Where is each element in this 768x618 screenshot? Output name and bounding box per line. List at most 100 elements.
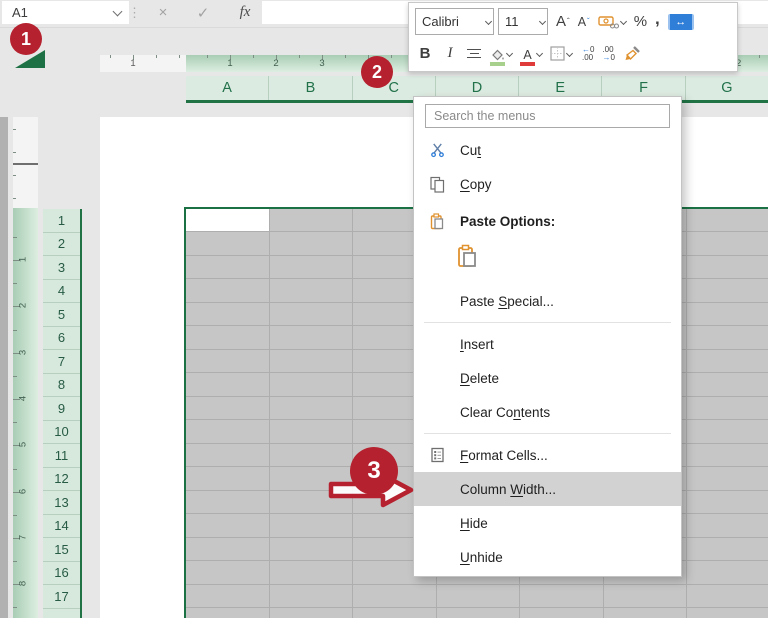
- cell-B1[interactable]: [269, 208, 353, 231]
- menu-item-format-cells[interactable]: Format Cells...: [414, 438, 681, 472]
- cell-B3[interactable]: [269, 255, 353, 278]
- cell-G8[interactable]: [687, 373, 768, 396]
- accounting-format-button[interactable]: [598, 8, 628, 36]
- menu-item-hide[interactable]: Hide: [414, 506, 681, 540]
- cell-A12[interactable]: [186, 467, 269, 490]
- row-header-14[interactable]: 14: [43, 514, 80, 538]
- cell-B17[interactable]: [269, 584, 353, 607]
- cell-A14[interactable]: [186, 514, 269, 537]
- cell-B6[interactable]: [269, 326, 353, 349]
- cell-B2[interactable]: [269, 232, 353, 255]
- column-header-B[interactable]: B: [269, 76, 353, 100]
- cell-A2[interactable]: [186, 232, 269, 255]
- margin-marker[interactable]: [13, 163, 38, 165]
- cell-B7[interactable]: [269, 349, 353, 372]
- cell-B10[interactable]: [269, 420, 353, 443]
- cell-G13[interactable]: [687, 490, 768, 513]
- cell-A5[interactable]: [186, 302, 269, 325]
- cell-E17[interactable]: [520, 584, 603, 607]
- cell-A6[interactable]: [186, 326, 269, 349]
- cell-F17[interactable]: [603, 584, 687, 607]
- font-size-combo[interactable]: 11: [498, 8, 548, 35]
- namebox-splitter[interactable]: ⋮: [128, 1, 141, 24]
- cell-A3[interactable]: [186, 255, 269, 278]
- row-header-5[interactable]: 5: [43, 303, 80, 327]
- cell-A10[interactable]: [186, 420, 269, 443]
- cell-A7[interactable]: [186, 349, 269, 372]
- font-color-button[interactable]: A: [520, 40, 544, 68]
- cell-A9[interactable]: [186, 396, 269, 419]
- cell-B8[interactable]: [269, 373, 353, 396]
- cell-E18[interactable]: [520, 608, 603, 618]
- cell-A8[interactable]: [186, 373, 269, 396]
- chevron-down-icon[interactable]: [112, 6, 123, 17]
- increase-decimal-button[interactable]: ←←00 .00: [582, 40, 594, 68]
- cell-D18[interactable]: [436, 608, 520, 618]
- row-header-13[interactable]: 13: [43, 491, 80, 515]
- cell-G16[interactable]: [687, 561, 768, 584]
- chevron-down-icon[interactable]: [565, 49, 574, 57]
- chevron-down-icon[interactable]: [535, 49, 544, 57]
- cell-A13[interactable]: [186, 490, 269, 513]
- chevron-down-icon[interactable]: [619, 17, 627, 25]
- row-header-2[interactable]: 2: [43, 232, 80, 256]
- menu-item-paste-special[interactable]: Paste Special...: [414, 284, 681, 318]
- cell-A11[interactable]: [186, 443, 269, 466]
- menu-item-clear-contents[interactable]: Clear Contents: [414, 395, 681, 429]
- menu-item-cut[interactable]: Cut: [414, 133, 681, 167]
- cell-A1[interactable]: [186, 208, 269, 231]
- chevron-down-icon[interactable]: [484, 17, 493, 25]
- cell-D17[interactable]: [436, 584, 520, 607]
- row-header-16[interactable]: 16: [43, 561, 80, 585]
- cell-B18[interactable]: [269, 608, 353, 618]
- cell-B14[interactable]: [269, 514, 353, 537]
- row-header-15[interactable]: 15: [43, 538, 80, 562]
- row-header-9[interactable]: 9: [43, 397, 80, 421]
- comma-style-button[interactable]: ,: [655, 5, 660, 39]
- fill-color-button[interactable]: [489, 40, 514, 68]
- paste-button[interactable]: [456, 244, 478, 268]
- row-header-8[interactable]: 8: [43, 373, 80, 397]
- search-input[interactable]: [425, 104, 670, 128]
- italic-button[interactable]: I: [441, 40, 459, 68]
- column-header-G[interactable]: G: [685, 76, 768, 100]
- cell-G9[interactable]: [687, 396, 768, 419]
- cell-B11[interactable]: [269, 443, 353, 466]
- cell-F18[interactable]: [603, 608, 687, 618]
- cell-A4[interactable]: [186, 279, 269, 302]
- menu-item-column-width[interactable]: Column Width...: [414, 472, 681, 506]
- cell-G4[interactable]: [687, 279, 768, 302]
- row-header-6[interactable]: 6: [43, 326, 80, 350]
- cell-A17[interactable]: [186, 584, 269, 607]
- decrease-decimal-button[interactable]: .00 →0: [602, 40, 614, 68]
- cell-A18[interactable]: [186, 608, 269, 618]
- cell-G14[interactable]: [687, 514, 768, 537]
- cell-G6[interactable]: [687, 326, 768, 349]
- row-header-4[interactable]: 4: [43, 279, 80, 303]
- cell-G2[interactable]: [687, 232, 768, 255]
- cell-B5[interactable]: [269, 302, 353, 325]
- cell-G15[interactable]: [687, 537, 768, 560]
- cell-G17[interactable]: [687, 584, 768, 607]
- font-name-combo[interactable]: Calibri: [415, 8, 494, 35]
- cell-B15[interactable]: [269, 537, 353, 560]
- format-painter-button[interactable]: [623, 40, 641, 68]
- cell-G12[interactable]: [687, 467, 768, 490]
- borders-button[interactable]: [550, 40, 574, 68]
- cell-G5[interactable]: [687, 302, 768, 325]
- row-header-11[interactable]: 11: [43, 444, 80, 468]
- chevron-down-icon[interactable]: [505, 49, 514, 57]
- row-header-1[interactable]: 1: [43, 209, 80, 233]
- cell-G11[interactable]: [687, 443, 768, 466]
- percent-style-button[interactable]: %: [634, 8, 647, 36]
- cell-G10[interactable]: [687, 420, 768, 443]
- row-header-12[interactable]: 12: [43, 467, 80, 491]
- row-header-17[interactable]: 17: [43, 585, 80, 609]
- cell-C18[interactable]: [353, 608, 436, 618]
- cell-C17[interactable]: [353, 584, 436, 607]
- autofit-width-button[interactable]: ↔: [667, 13, 694, 30]
- cancel-icon[interactable]: ×: [150, 1, 176, 24]
- insert-function-icon[interactable]: fx: [230, 1, 260, 24]
- cell-B16[interactable]: [269, 561, 353, 584]
- cell-G7[interactable]: [687, 349, 768, 372]
